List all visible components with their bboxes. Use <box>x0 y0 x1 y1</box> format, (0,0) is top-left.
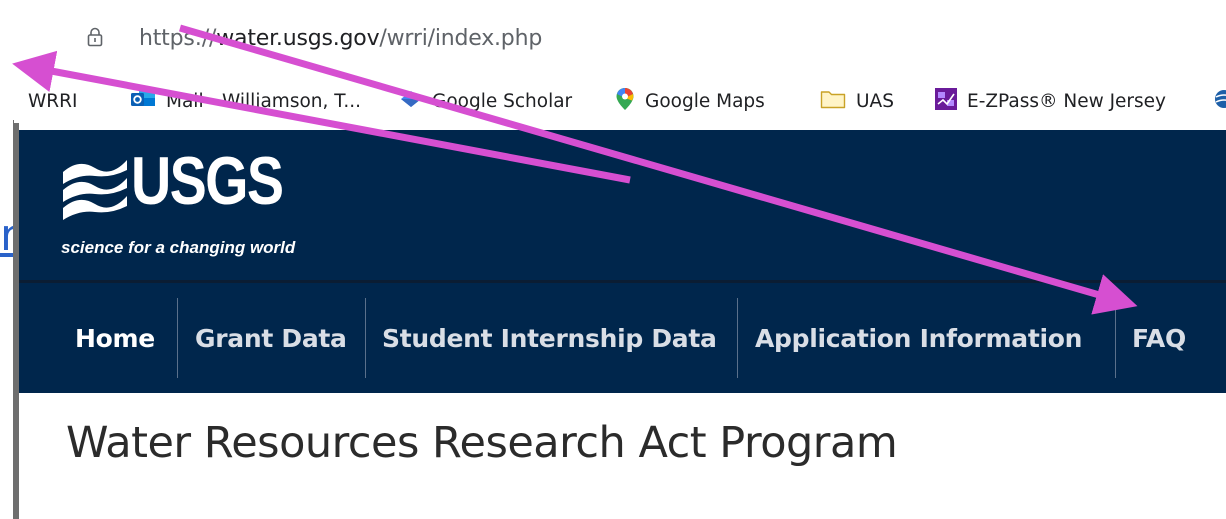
address-bar[interactable]: https://water.usgs.gov/wrri/index.php <box>14 0 1226 78</box>
bookmark-label: WRRI <box>28 90 78 112</box>
bookmark-google-maps[interactable]: Google Maps <box>615 87 765 116</box>
maps-pin-icon <box>615 87 635 116</box>
fragment-link[interactable]: n <box>0 214 14 258</box>
site-info-icon[interactable] <box>87 27 103 47</box>
url-text[interactable]: https://water.usgs.gov/wrri/index.php <box>139 26 542 51</box>
nav-separator <box>1115 298 1116 378</box>
ezpass-icon <box>935 87 957 115</box>
nav-student-internship-data[interactable]: Student Internship Data <box>382 283 717 393</box>
nav-separator <box>365 298 366 378</box>
usgs-logo-text[interactable]: USGS <box>131 142 284 220</box>
bookmark-ezpass[interactable]: E-ZPass® New Jersey <box>935 87 1167 115</box>
nav-home[interactable]: Home <box>75 283 155 393</box>
usgs-waves-icon[interactable] <box>61 152 129 229</box>
bookmarks-bar: WRRI Mail - Williamson, T... Google Scho… <box>14 78 1226 123</box>
nav-grant-data[interactable]: Grant Data <box>195 283 347 393</box>
bookmark-google-scholar[interactable]: Google Scholar <box>400 88 572 114</box>
site-header: USGS science for a changing world <box>19 130 1226 280</box>
bookmark-mail[interactable]: Mail - Williamson, T... <box>130 88 361 114</box>
bookmark-wrri[interactable]: WRRI <box>28 88 77 114</box>
bookmark-label: UAS <box>856 90 894 112</box>
nav-faq[interactable]: FAQ <box>1132 283 1186 393</box>
bookmark-partial[interactable] <box>1212 88 1226 114</box>
url-scheme: https:// <box>139 26 217 51</box>
nav-separator <box>737 298 738 378</box>
nav-application-information[interactable]: Application Information <box>755 283 1082 393</box>
bookmark-label: Google Scholar <box>432 90 573 112</box>
url-host: water.usgs.gov <box>216 26 380 51</box>
url-path: /wrri/index.php <box>379 26 543 51</box>
outlook-icon <box>130 88 156 115</box>
bookmark-label: E-ZPass® New Jersey <box>967 90 1167 112</box>
bookmark-label: Google Maps <box>645 90 765 112</box>
nav-separator <box>177 298 178 378</box>
bookmark-label: Mail - Williamson, T... <box>166 90 362 112</box>
slide-left-edge: n <box>0 0 14 519</box>
main-nav: Home Grant Data Student Internship Data … <box>19 283 1226 393</box>
bookmark-folder-uas[interactable]: UAS <box>820 88 894 114</box>
scholar-icon <box>400 89 422 114</box>
usgs-tagline: science for a changing world <box>61 238 296 257</box>
folder-icon <box>820 89 846 114</box>
page-title: Water Resources Research Act Program <box>66 418 898 468</box>
globe-icon <box>1212 88 1226 115</box>
